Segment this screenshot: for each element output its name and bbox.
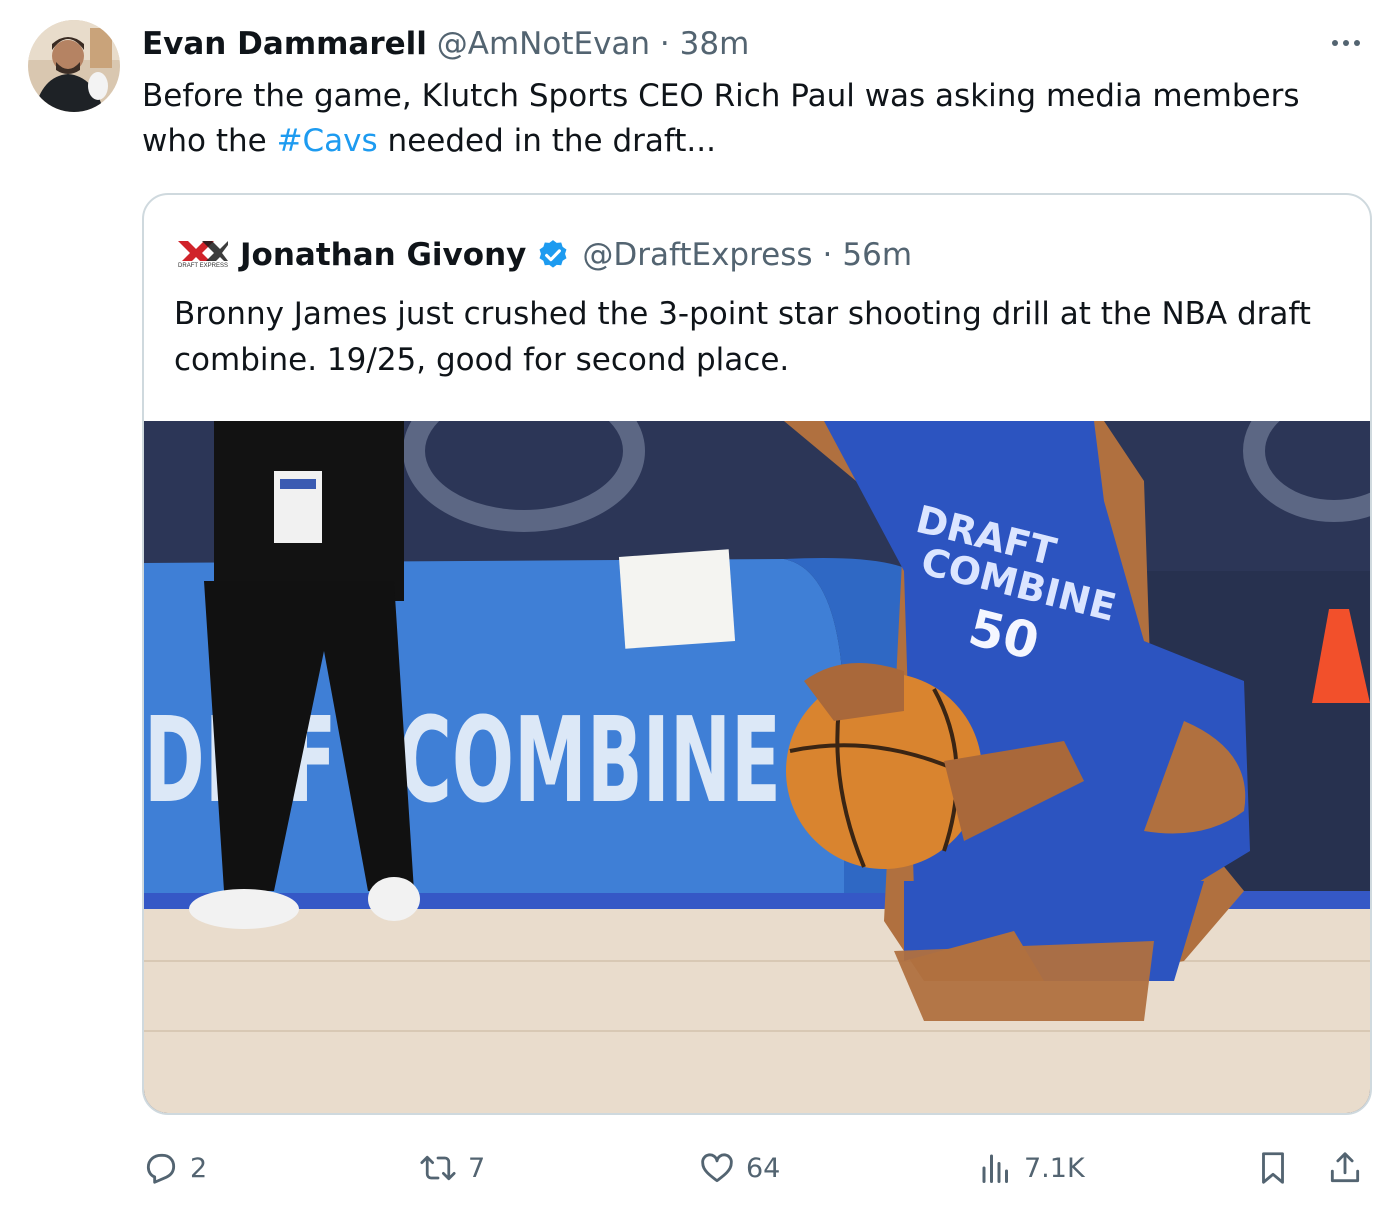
- share-button[interactable]: [1326, 1140, 1364, 1196]
- tweet-text: Before the game, Klutch Sports CEO Rich …: [142, 74, 1372, 164]
- quoted-tweet-header: Jonathan Givony @DraftExpress · 56m: [240, 233, 912, 277]
- tweet-action-bar: 2 7 64 7.1K: [0, 1140, 1400, 1196]
- reply-icon: [146, 1153, 176, 1184]
- quoted-author-handle[interactable]: @DraftExpress: [582, 233, 812, 277]
- heart-icon: [701, 1153, 733, 1183]
- reply-count: 2: [190, 1152, 208, 1184]
- logo-text: DRAFT EXPRESS: [178, 263, 228, 269]
- avatar-photo: [28, 20, 120, 112]
- reply-button[interactable]: 2: [142, 1140, 207, 1196]
- header-separator: ·: [659, 26, 670, 62]
- more-horizontal-icon: [1332, 40, 1360, 46]
- quoted-timestamp[interactable]: 56m: [842, 233, 912, 277]
- like-count: 64: [746, 1152, 781, 1184]
- quoted-tweet-text: Bronny James just crushed the 3-point st…: [174, 296, 1311, 378]
- bookmark-button[interactable]: [1254, 1140, 1292, 1196]
- hashtag-link[interactable]: #Cavs: [277, 123, 378, 159]
- views-count: 7.1K: [1024, 1152, 1085, 1184]
- views-button[interactable]: 7.1K: [978, 1140, 1085, 1196]
- tweet-header: Evan Dammarell @AmNotEvan · 38m: [142, 22, 749, 66]
- verified-badge-icon: [539, 240, 567, 268]
- retweet-icon: [420, 1155, 456, 1181]
- quoted-tweet-card[interactable]: DRAFT EXPRESS Jonathan Givony @DraftExpr…: [142, 193, 1372, 1115]
- author-avatar[interactable]: [28, 20, 120, 112]
- author-name[interactable]: Evan Dammarell: [142, 26, 427, 62]
- quoted-separator: ·: [822, 237, 833, 273]
- retweet-button[interactable]: 7: [418, 1140, 485, 1196]
- quoted-author-name[interactable]: Jonathan Givony: [240, 233, 526, 277]
- retweet-count: 7: [468, 1152, 486, 1184]
- like-button[interactable]: 64: [698, 1140, 780, 1196]
- author-handle[interactable]: @AmNotEvan: [437, 26, 650, 62]
- analytics-bar-icon: [982, 1154, 1008, 1183]
- bookmark-icon: [1262, 1152, 1284, 1184]
- tweet-timestamp[interactable]: 38m: [680, 26, 750, 62]
- banner-main-text: COMBINE: [398, 693, 781, 830]
- draftexpress-logo: DRAFT EXPRESS: [178, 241, 228, 269]
- quoted-tweet-photo[interactable]: DR F COMBINE DRAFT COMBINE 50: [144, 421, 1370, 1113]
- more-options-button[interactable]: [1322, 26, 1370, 60]
- share-icon: [1330, 1152, 1360, 1183]
- tweet-text-after: needed in the draft...: [377, 123, 716, 159]
